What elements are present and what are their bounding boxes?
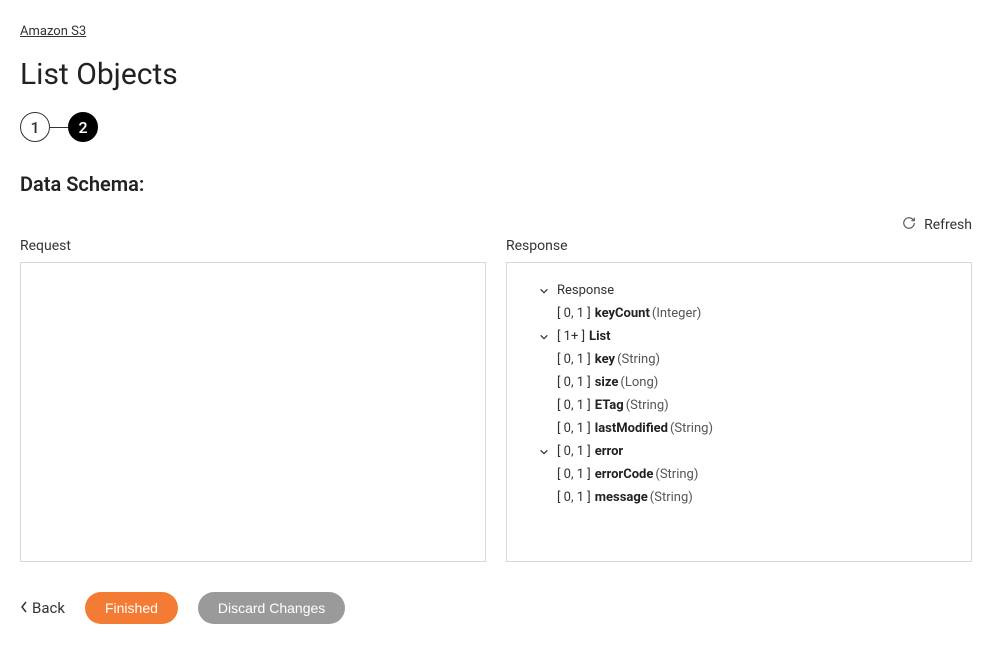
chevron-down-icon[interactable] [537,445,551,459]
field-type: (String) [650,490,693,505]
field-name: List [589,329,611,344]
back-label: Back [32,599,65,617]
step-1[interactable]: 1 [20,112,50,142]
cardinality: [ 0, 1 ] [557,444,591,459]
chevron-down-icon[interactable] [537,284,551,298]
cardinality: [ 0, 1 ] [557,306,591,321]
refresh-button[interactable]: Refresh [902,216,972,234]
response-schema-box: Response [ 0, 1 ] keyCount (Integer) [ 1… [506,262,972,562]
tree-node-size[interactable]: [ 0, 1 ] size (Long) [517,371,961,394]
field-name: lastModified [595,421,668,436]
cardinality: [ 1+ ] [557,329,585,344]
tree-node-list[interactable]: [ 1+ ] List [517,325,961,348]
field-name: ETag [595,398,624,413]
chevron-left-icon [20,599,28,617]
cardinality: [ 0, 1 ] [557,490,591,505]
field-type: (String) [617,352,660,367]
field-name: key [595,352,615,367]
refresh-icon [902,216,916,234]
tree-node-errorcode[interactable]: [ 0, 1 ] errorCode (String) [517,463,961,486]
stepper: 1 2 [20,112,972,142]
back-button[interactable]: Back [20,599,65,617]
page-title: List Objects [20,57,972,92]
field-type: (String) [655,467,698,482]
tree-node-lastmodified[interactable]: [ 0, 1 ] lastModified (String) [517,417,961,440]
field-type: (Long) [620,375,658,390]
tree-label: Response [557,283,614,298]
cardinality: [ 0, 1 ] [557,352,591,367]
field-name: errorCode [595,467,654,482]
cardinality: [ 0, 1 ] [557,398,591,413]
request-label: Request [20,238,486,254]
tree-node-key[interactable]: [ 0, 1 ] key (String) [517,348,961,371]
field-type: (Integer) [652,306,701,321]
field-name: error [595,444,623,459]
tree-node-error[interactable]: [ 0, 1 ] error [517,440,961,463]
field-name: size [595,375,619,390]
finished-button[interactable]: Finished [85,592,178,624]
step-2[interactable]: 2 [68,112,98,142]
refresh-label: Refresh [924,217,972,233]
step-connector [50,127,68,128]
cardinality: [ 0, 1 ] [557,421,591,436]
tree-node-message[interactable]: [ 0, 1 ] message (String) [517,486,961,509]
field-name: message [595,490,648,505]
request-schema-box [20,262,486,562]
cardinality: [ 0, 1 ] [557,375,591,390]
chevron-down-icon[interactable] [537,330,551,344]
discard-changes-button[interactable]: Discard Changes [198,592,345,624]
cardinality: [ 0, 1 ] [557,467,591,482]
tree-node-etag[interactable]: [ 0, 1 ] ETag (String) [517,394,961,417]
field-type: (String) [626,398,669,413]
breadcrumb-link[interactable]: Amazon S3 [20,24,86,39]
tree-node-keycount[interactable]: [ 0, 1 ] keyCount (Integer) [517,302,961,325]
field-type: (String) [670,421,713,436]
section-title: Data Schema: [20,172,972,196]
tree-node-response[interactable]: Response [517,279,961,302]
response-label: Response [506,238,972,254]
field-name: keyCount [595,306,650,321]
